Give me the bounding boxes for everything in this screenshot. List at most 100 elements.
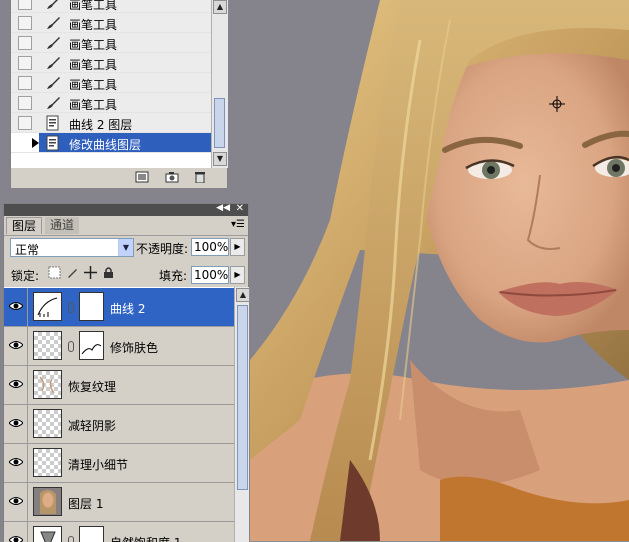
- fill-input[interactable]: 100%: [191, 266, 229, 284]
- history-item-label: 修改曲线图层: [69, 136, 141, 153]
- opacity-slider-button[interactable]: ▶: [230, 238, 245, 256]
- layer-thumbnail[interactable]: [33, 526, 62, 542]
- brush-icon: [45, 35, 61, 51]
- layer-mask-thumbnail[interactable]: [79, 526, 104, 542]
- history-brush-source-checkbox[interactable]: [18, 116, 32, 130]
- layer-row[interactable]: 曲线 2: [4, 288, 234, 327]
- brush-icon: [45, 75, 61, 91]
- history-brush-source-checkbox[interactable]: [18, 96, 32, 110]
- lock-image-pixels-icon[interactable]: [66, 266, 79, 279]
- layer-row[interactable]: 自然饱和度 1: [4, 522, 234, 542]
- scroll-thumb[interactable]: [237, 305, 248, 490]
- history-brush-source-checkbox[interactable]: [18, 56, 32, 70]
- history-item[interactable]: 修改曲线图层: [11, 133, 211, 153]
- layer-thumbnail[interactable]: [33, 487, 62, 516]
- layer-row[interactable]: 清理小细节: [4, 444, 234, 483]
- history-brush-source-checkbox[interactable]: [18, 0, 32, 10]
- layers-scrollbar[interactable]: ▲: [234, 287, 249, 542]
- history-brush-source-icon[interactable]: [32, 138, 39, 148]
- visibility-toggle[interactable]: [4, 288, 28, 326]
- tab-layers[interactable]: 图层: [6, 217, 42, 234]
- trash-icon[interactable]: [193, 171, 207, 183]
- adjustment-layer-icon: [45, 115, 61, 131]
- panel-menu-icon[interactable]: ▾☰: [231, 219, 245, 230]
- fill-label: 填充:: [159, 267, 187, 284]
- history-panel: 画笔工具画笔工具画笔工具画笔工具画笔工具画笔工具曲线 2 图层修改曲线图层 ▲ …: [10, 0, 228, 188]
- history-brush-source-checkbox[interactable]: [18, 36, 32, 50]
- layer-mask-thumbnail[interactable]: [79, 331, 104, 360]
- history-item[interactable]: 画笔工具: [11, 33, 211, 53]
- snapshot-icon[interactable]: [165, 171, 179, 183]
- brush-icon: [45, 0, 61, 11]
- layers-panel: ◀◀ ✕ 图层 通道 ▾☰ 正常 ▼ 不透明度: 100% ▶ 锁定: 填充: …: [3, 203, 249, 541]
- history-item[interactable]: 画笔工具: [11, 0, 211, 13]
- layer-row[interactable]: 恢复纹理: [4, 366, 234, 405]
- adjustment-layer-icon: [45, 135, 61, 151]
- layer-name: 曲线 2: [110, 300, 145, 317]
- history-item-label: 画笔工具: [69, 56, 117, 73]
- visibility-toggle[interactable]: [4, 366, 28, 404]
- lock-position-icon[interactable]: [84, 266, 97, 279]
- link-icon[interactable]: [68, 536, 74, 542]
- lock-label: 锁定:: [11, 267, 39, 284]
- history-item-label: 画笔工具: [69, 36, 117, 53]
- history-item[interactable]: 曲线 2 图层: [11, 113, 211, 133]
- layer-name: 恢复纹理: [68, 378, 116, 395]
- layer-list: 曲线 2 修饰肤色恢复纹理减轻阴影清理小细节图层 1 自然饱和度 1: [4, 287, 234, 542]
- blend-mode-value: 正常: [15, 241, 39, 258]
- scroll-up-button[interactable]: ▲: [213, 0, 227, 14]
- history-item[interactable]: 画笔工具: [11, 53, 211, 73]
- link-icon[interactable]: [68, 302, 74, 313]
- blend-mode-select[interactable]: 正常 ▼: [10, 238, 134, 257]
- layer-row[interactable]: 减轻阴影: [4, 405, 234, 444]
- layer-mask-thumbnail[interactable]: [79, 292, 104, 321]
- layer-row[interactable]: 图层 1: [4, 483, 234, 522]
- opacity-label: 不透明度:: [136, 240, 188, 257]
- history-item-label: 曲线 2 图层: [69, 116, 132, 133]
- fill-value: 100%: [194, 268, 228, 282]
- scroll-thumb[interactable]: [214, 98, 225, 148]
- layer-thumbnail[interactable]: [33, 448, 62, 477]
- scroll-down-button[interactable]: ▼: [213, 152, 227, 166]
- history-item[interactable]: 画笔工具: [11, 93, 211, 113]
- scroll-up-button[interactable]: ▲: [236, 288, 250, 302]
- lock-transparent-pixels-icon[interactable]: [48, 266, 61, 279]
- layer-name: 修饰肤色: [110, 339, 158, 356]
- lock-all-icon[interactable]: [102, 266, 115, 279]
- history-scrollbar[interactable]: ▲ ▼: [211, 0, 228, 168]
- visibility-toggle[interactable]: [4, 327, 28, 365]
- visibility-toggle[interactable]: [4, 405, 28, 443]
- opacity-input[interactable]: 100%: [191, 238, 229, 256]
- layer-name: 减轻阴影: [68, 417, 116, 434]
- history-brush-source-checkbox[interactable]: [18, 76, 32, 90]
- layer-thumbnail[interactable]: [33, 409, 62, 438]
- layer-thumbnail[interactable]: [33, 292, 62, 321]
- brush-icon: [45, 15, 61, 31]
- close-icon[interactable]: ✕: [236, 203, 244, 214]
- chevron-down-icon[interactable]: ▼: [118, 239, 133, 256]
- brush-icon: [45, 55, 61, 71]
- history-item[interactable]: 画笔工具: [11, 13, 211, 33]
- visibility-toggle[interactable]: [4, 444, 28, 482]
- history-item-label: 画笔工具: [69, 96, 117, 113]
- panel-tabs: 图层 通道 ▾☰: [4, 216, 248, 236]
- history-footer: [11, 168, 227, 188]
- history-brush-source-checkbox[interactable]: [18, 16, 32, 30]
- visibility-toggle[interactable]: [4, 522, 28, 542]
- history-item-label: 画笔工具: [69, 0, 117, 13]
- brush-icon: [45, 95, 61, 111]
- new-document-from-state-icon[interactable]: [135, 171, 149, 183]
- collapse-icon[interactable]: ◀◀: [216, 203, 230, 213]
- link-icon[interactable]: [68, 341, 74, 352]
- layer-row[interactable]: 修饰肤色: [4, 327, 234, 366]
- layer-name: 图层 1: [68, 495, 103, 512]
- layer-thumbnail[interactable]: [33, 370, 62, 399]
- history-item-label: 画笔工具: [69, 16, 117, 33]
- history-item[interactable]: 画笔工具: [11, 73, 211, 93]
- fill-slider-button[interactable]: ▶: [230, 266, 245, 284]
- tab-channels[interactable]: 通道: [45, 217, 79, 234]
- layer-thumbnail[interactable]: [33, 331, 62, 360]
- layer-name: 清理小细节: [68, 456, 128, 473]
- visibility-toggle[interactable]: [4, 483, 28, 521]
- panel-title-bar[interactable]: ◀◀ ✕: [4, 204, 248, 216]
